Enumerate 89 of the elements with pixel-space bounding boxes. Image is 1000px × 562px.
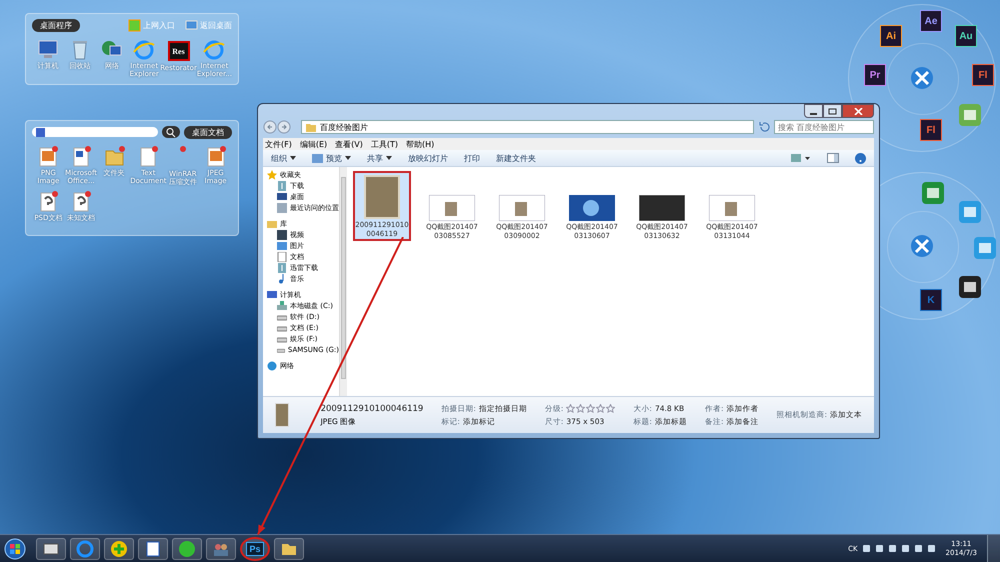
star-icon (586, 404, 596, 413)
screenshot-thumbnail (639, 195, 685, 221)
dropdown-caret-icon (290, 156, 296, 160)
taskbar-app[interactable] (104, 538, 134, 560)
app-tile[interactable]: Fl (920, 119, 942, 141)
menu-item[interactable]: 编辑(E) (300, 138, 328, 150)
drive-icon (36, 128, 45, 136)
browser-icon (132, 38, 156, 62)
maximize-button[interactable] (823, 104, 842, 118)
toolbar-button[interactable]: 打印 (464, 152, 480, 164)
scrollbar[interactable] (339, 167, 347, 396)
breadcrumb-item[interactable]: 百度经验图片 (320, 122, 368, 132)
photo-placeholder (364, 175, 400, 219)
file-name: 2009112910100046119 (320, 404, 424, 414)
help-icon (855, 152, 866, 164)
show-desktop-button[interactable] (987, 535, 1000, 562)
download-icon (277, 181, 287, 191)
screenshot-thumbnail (569, 195, 615, 221)
screenshot-thumbnail (499, 195, 545, 221)
app-tile[interactable]: Pr (864, 64, 886, 86)
taskbar-app[interactable] (274, 538, 304, 560)
help-icon (874, 544, 884, 553)
desktop-icon (277, 192, 287, 202)
toolbar-button[interactable]: 组织 (271, 152, 296, 164)
app-tile[interactable]: Ai (880, 25, 902, 47)
flag-icon (900, 544, 910, 553)
toolbar-button[interactable]: 新建文件夹 (496, 152, 536, 164)
star-icon (566, 404, 576, 413)
picture-icon (277, 241, 287, 251)
battery-icon (888, 544, 897, 553)
star-icon (576, 404, 586, 413)
toolbar-button[interactable]: 共享 (367, 152, 392, 164)
dropdown-caret-icon (345, 156, 351, 160)
dropdown-caret-icon (386, 156, 392, 160)
plus-icon (109, 538, 129, 558)
preview-icon (312, 154, 323, 162)
menu-item[interactable]: 帮助(H) (406, 138, 434, 150)
video-icon (277, 230, 287, 240)
search-field[interactable] (32, 127, 158, 137)
taskbar-app[interactable] (206, 538, 236, 560)
star-icon (606, 404, 616, 413)
toolbar-button[interactable]: 预览 (312, 152, 351, 164)
app-icon[interactable] (957, 274, 983, 300)
library-icon (267, 219, 277, 229)
network-icon (914, 544, 923, 553)
search-field[interactable]: 搜索 百度经验图片 (774, 120, 874, 134)
screenshot-thumbnail (709, 195, 755, 221)
app-tile[interactable]: Au (955, 25, 977, 47)
minimize-button[interactable] (804, 104, 823, 118)
computer-icon (267, 290, 277, 300)
recent-icon (277, 203, 287, 213)
taskbar-app[interactable] (138, 538, 168, 560)
monitor-icon (185, 18, 198, 32)
speaker-icon (926, 544, 936, 553)
search-icon (162, 126, 180, 138)
app-logo: Ps (246, 542, 264, 556)
gadget-title-button[interactable]: 桌面文档 (184, 126, 232, 138)
badge-icon (180, 146, 186, 152)
scrollbar-thumb[interactable] (341, 177, 346, 379)
star-icon (267, 170, 277, 180)
gadget-title-button[interactable]: 桌面程序 (32, 18, 80, 32)
network-icon (267, 361, 277, 371)
toolbar-button[interactable]: 放映幻灯片 (408, 152, 448, 164)
taskbar-app[interactable] (36, 538, 66, 560)
disk-icon (277, 301, 287, 311)
menu-item[interactable]: 查看(V) (335, 138, 363, 150)
star-icon (596, 404, 606, 413)
app-tile[interactable]: Ae (920, 10, 942, 32)
download-icon (277, 263, 287, 273)
app-icon[interactable]: Res (168, 41, 190, 61)
view-options-icon (791, 153, 811, 163)
browser-icon (75, 538, 95, 558)
preview-pane-icon (827, 153, 839, 163)
menu-item[interactable]: 文件(F) (265, 138, 292, 150)
star-rating[interactable] (566, 404, 616, 413)
folder-icon (306, 122, 316, 132)
close-button[interactable] (842, 104, 874, 118)
menu-item[interactable]: 工具(T) (370, 138, 398, 150)
document-icon (277, 252, 287, 262)
app-tile[interactable]: Fl (972, 64, 994, 86)
close-icon (854, 108, 862, 114)
start-button[interactable] (4, 538, 26, 560)
screenshot-thumbnail (429, 195, 475, 221)
taskbar-app[interactable]: Ps (240, 536, 270, 560)
maximize-icon (828, 108, 837, 114)
browser-icon (202, 38, 226, 62)
address-bar[interactable]: 百度经验图片 (301, 120, 754, 134)
photo-placeholder (275, 403, 289, 427)
keyboard-icon (862, 544, 871, 553)
